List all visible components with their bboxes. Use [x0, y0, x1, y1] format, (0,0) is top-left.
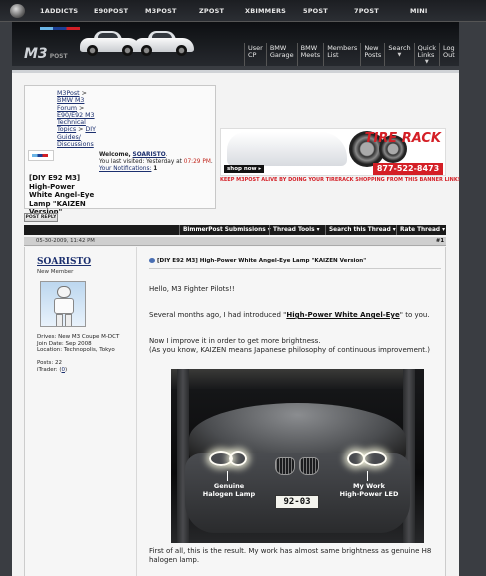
kidney-grille-left [275, 457, 295, 475]
main-content: M3Post > BMW M3 Forum > E90/E92 M3 Techn… [12, 70, 460, 576]
post-title: [DIY E92 M3] High-Power White Angel-Eye … [149, 258, 366, 264]
car-image-right [132, 28, 196, 58]
chevron-down-icon: ▼ [424, 59, 429, 65]
author-name[interactable]: SOARISTO [37, 257, 91, 267]
post: SOARISTO New Member Drives: New M3 Coupe… [24, 247, 446, 576]
nav-search[interactable]: Search ▼ [384, 43, 413, 66]
site-link-mini[interactable]: MINI [410, 7, 428, 15]
bimmerpost-globe-icon[interactable] [10, 4, 25, 18]
chevron-down-icon: ▾ [316, 227, 320, 233]
logo-sub: POST [49, 53, 68, 60]
arrow-led [367, 471, 368, 481]
notifications-link[interactable]: Your Notifications: [99, 166, 151, 172]
site-link-7post[interactable]: 7POST [354, 7, 379, 15]
nav-bmw-meets[interactable]: BMW Meets [296, 43, 324, 66]
header-nav: User CP BMW Garage BMW Meets Members List Ne… [244, 43, 458, 66]
thread-toolbar: BimmerPost Submissions ▾ Thread Tools ▾ … [24, 225, 446, 235]
forum-logo-icon [28, 150, 54, 161]
ad-car-image [227, 132, 347, 166]
ad-note[interactable]: KEEP M3POST ALIVE BY DOING YOUR TIRERACK… [220, 177, 460, 183]
nav-new-posts[interactable]: New Posts [360, 43, 384, 66]
post-content: [DIY E92 M3] High-Power White Angel-Eye … [149, 247, 441, 576]
post-icon [149, 258, 155, 263]
post-number[interactable]: #1 [436, 237, 444, 246]
bimmerpost-submissions-menu[interactable]: BimmerPost Submissions ▾ [179, 225, 271, 235]
nav-quick-links[interactable]: Quick Links ▼ [413, 43, 439, 66]
post-date: 05-30-2009, 11:42 PM [36, 238, 95, 244]
thread-title: [DIY E92 M3] High-Power White Angel-Eye … [29, 174, 95, 216]
post-header: 05-30-2009, 11:42 PM #1 [24, 237, 446, 246]
ad-brand: TIRE RACK [364, 131, 441, 146]
nav-log-out[interactable]: Log Out [439, 43, 458, 66]
m-stripe-logo [40, 27, 80, 30]
author-stats: Drives: New M3 Coupe M-DCT Join Date: Se… [37, 334, 120, 373]
label-led: My Work High-Power LED [339, 482, 399, 498]
post-intro: Several months ago, I had introduced "Hi… [149, 311, 430, 319]
post-author-info: SOARISTO New Member Drives: New M3 Coupe… [25, 247, 137, 576]
site-link-5post[interactable]: 5POST [303, 7, 328, 15]
post-greeting: Hello, M3 Fighter Pilots!! [149, 285, 235, 293]
nav-bmw-garage[interactable]: BMW Garage [265, 43, 297, 66]
thread-tools-menu[interactable]: Thread Tools ▾ [269, 225, 320, 235]
post-reply-button[interactable]: POST REPLY [24, 213, 58, 222]
site-link-1addicts[interactable]: 1ADDICTS [40, 7, 78, 15]
post-improve-line-1: Now I improve it in order to get more br… [149, 337, 321, 345]
license-plate: 92-03 [275, 495, 319, 509]
previous-thread-link[interactable]: High-Power White Angel-Eye [286, 311, 399, 319]
chevron-down-icon: ▾ [442, 227, 445, 233]
tirerack-banner-ad[interactable]: TIRE RACK shop now ▸ 877-522-8473 [220, 128, 446, 176]
led-angel-eye-outer [363, 451, 387, 466]
search-thread-menu[interactable]: Search this Thread ▾ [325, 225, 396, 235]
author-title: New Member [37, 269, 74, 275]
m3post-logo[interactable]: M3 POST [24, 46, 68, 62]
avatar[interactable] [40, 281, 86, 327]
welcome-username[interactable]: SOARISTO [133, 152, 166, 158]
post-improve-line-2: (As you know, KAIZEN means Japanese phil… [149, 346, 431, 354]
welcome-box: Welcome, SOARISTO. You last visited: Yes… [99, 152, 213, 172]
post-caption: First of all, this is the result. My wor… [149, 547, 432, 564]
site-link-e90post[interactable]: E90POST [94, 7, 128, 15]
rate-thread-menu[interactable]: Rate Thread ▾ [396, 225, 445, 235]
notifications-count: 1 [153, 166, 158, 172]
headlight-photo[interactable]: 92-03 Genuine Halogen Lamp My Work High-… [171, 369, 424, 543]
chevron-down-icon: ▼ [397, 52, 402, 58]
label-halogen: Genuine Halogen Lamp [202, 482, 256, 498]
arrow-halogen [227, 471, 228, 481]
logo-text: M3 [24, 46, 48, 62]
breadcrumb-m3post[interactable]: M3Post [57, 90, 80, 97]
breadcrumb: M3Post > BMW M3 Forum > E90/E92 M3 Techn… [57, 90, 96, 149]
nav-members-list[interactable]: Members List [323, 43, 360, 66]
network-bar: 1ADDICTS E90POST M3POST ZPOST XBIMMERS 5… [0, 0, 486, 22]
divider [149, 268, 441, 269]
breadcrumb-bmw-m3-forum[interactable]: BMW M3 Forum [57, 97, 84, 111]
site-link-xbimmers[interactable]: XBIMMERS [245, 7, 286, 15]
kidney-grille-right [299, 457, 319, 475]
site-link-m3post[interactable]: M3POST [145, 7, 177, 15]
ad-phone: 877-522-8473 [373, 163, 443, 175]
site-header: M3 POST User CP BMW Garage BMW Meets Members… [12, 22, 459, 66]
halogen-angel-eye-inner [229, 451, 247, 466]
ad-shop-now-button[interactable]: shop now ▸ [224, 165, 265, 173]
nav-user-cp[interactable]: User CP [244, 43, 266, 66]
breadcrumb-box: M3Post > BMW M3 Forum > E90/E92 M3 Techn… [24, 85, 216, 216]
site-link-zpost[interactable]: ZPOST [199, 7, 224, 15]
